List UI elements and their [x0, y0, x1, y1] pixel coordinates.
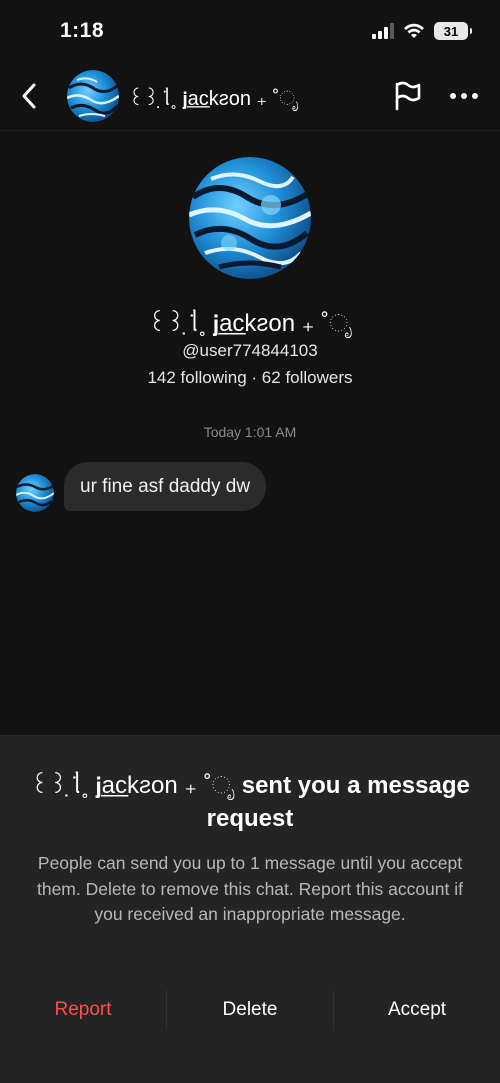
- back-button[interactable]: [14, 80, 44, 112]
- battery-icon: 31: [434, 22, 472, 40]
- accept-button[interactable]: Accept: [334, 990, 500, 1030]
- request-title-text: sent you a message request: [206, 772, 470, 832]
- message-request-panel: ꒰꒱ ̣̇ᥣ˳ 𝗷a̲c̲kƨon ₊ ‌˚ೃ sent you a messa…: [0, 735, 500, 1083]
- chevron-left-icon: [22, 83, 36, 109]
- chat-header: ꒰꒱ ̣̇ᥣ˳ 𝗷a̲c̲kƨon ₊ ‌˚ೃ: [0, 62, 500, 131]
- profile-stats: 142 following · 62 followers: [147, 368, 353, 387]
- more-horizontal-icon: [450, 93, 478, 99]
- profile-name: ꒰꒱ ̣̇ᥣ˳ 𝗷a̲c̲kƨon ₊ ‌˚ೃ: [147, 310, 353, 337]
- wifi-icon: [404, 23, 424, 38]
- status-icons: 31: [372, 22, 472, 40]
- contact-name[interactable]: ꒰꒱ ̣̇ᥣ˳ 𝗷a̲c̲kƨon ₊ ‌˚ೃ: [128, 84, 299, 111]
- report-flag-button[interactable]: [392, 80, 424, 112]
- message-timestamp: Today 1:01 AM: [203, 424, 297, 440]
- battery-level: 31: [443, 23, 459, 39]
- profile-handle: @user774844103: [182, 341, 318, 360]
- signal-icon: [372, 23, 394, 39]
- delete-button[interactable]: Delete: [166, 990, 334, 1030]
- request-description: People can send you up to 1 message unti…: [36, 853, 464, 924]
- message-bubble[interactable]: ur fine asf daddy dw: [64, 462, 267, 511]
- status-time: 1:18: [60, 19, 105, 42]
- profile-avatar[interactable]: [189, 157, 311, 279]
- avatar[interactable]: [67, 70, 119, 122]
- report-button[interactable]: Report: [0, 990, 166, 1030]
- more-options-button[interactable]: [448, 82, 480, 110]
- flag-icon: [395, 81, 421, 111]
- request-sender-name: ꒰꒱ ̣̇ᥣ˳ 𝗷a̲c̲kƨon ₊ ‌˚ೃ: [30, 772, 236, 799]
- message-text: ur fine asf daddy dw: [80, 475, 251, 497]
- sender-avatar[interactable]: [16, 474, 54, 512]
- request-actions: Report Delete Accept: [0, 990, 500, 1030]
- status-bar: 1:18 31: [0, 0, 500, 62]
- request-title: ꒰꒱ ̣̇ᥣ˳ 𝗷a̲c̲kƨon ₊ ‌˚ೃ sent you a messa…: [20, 769, 480, 835]
